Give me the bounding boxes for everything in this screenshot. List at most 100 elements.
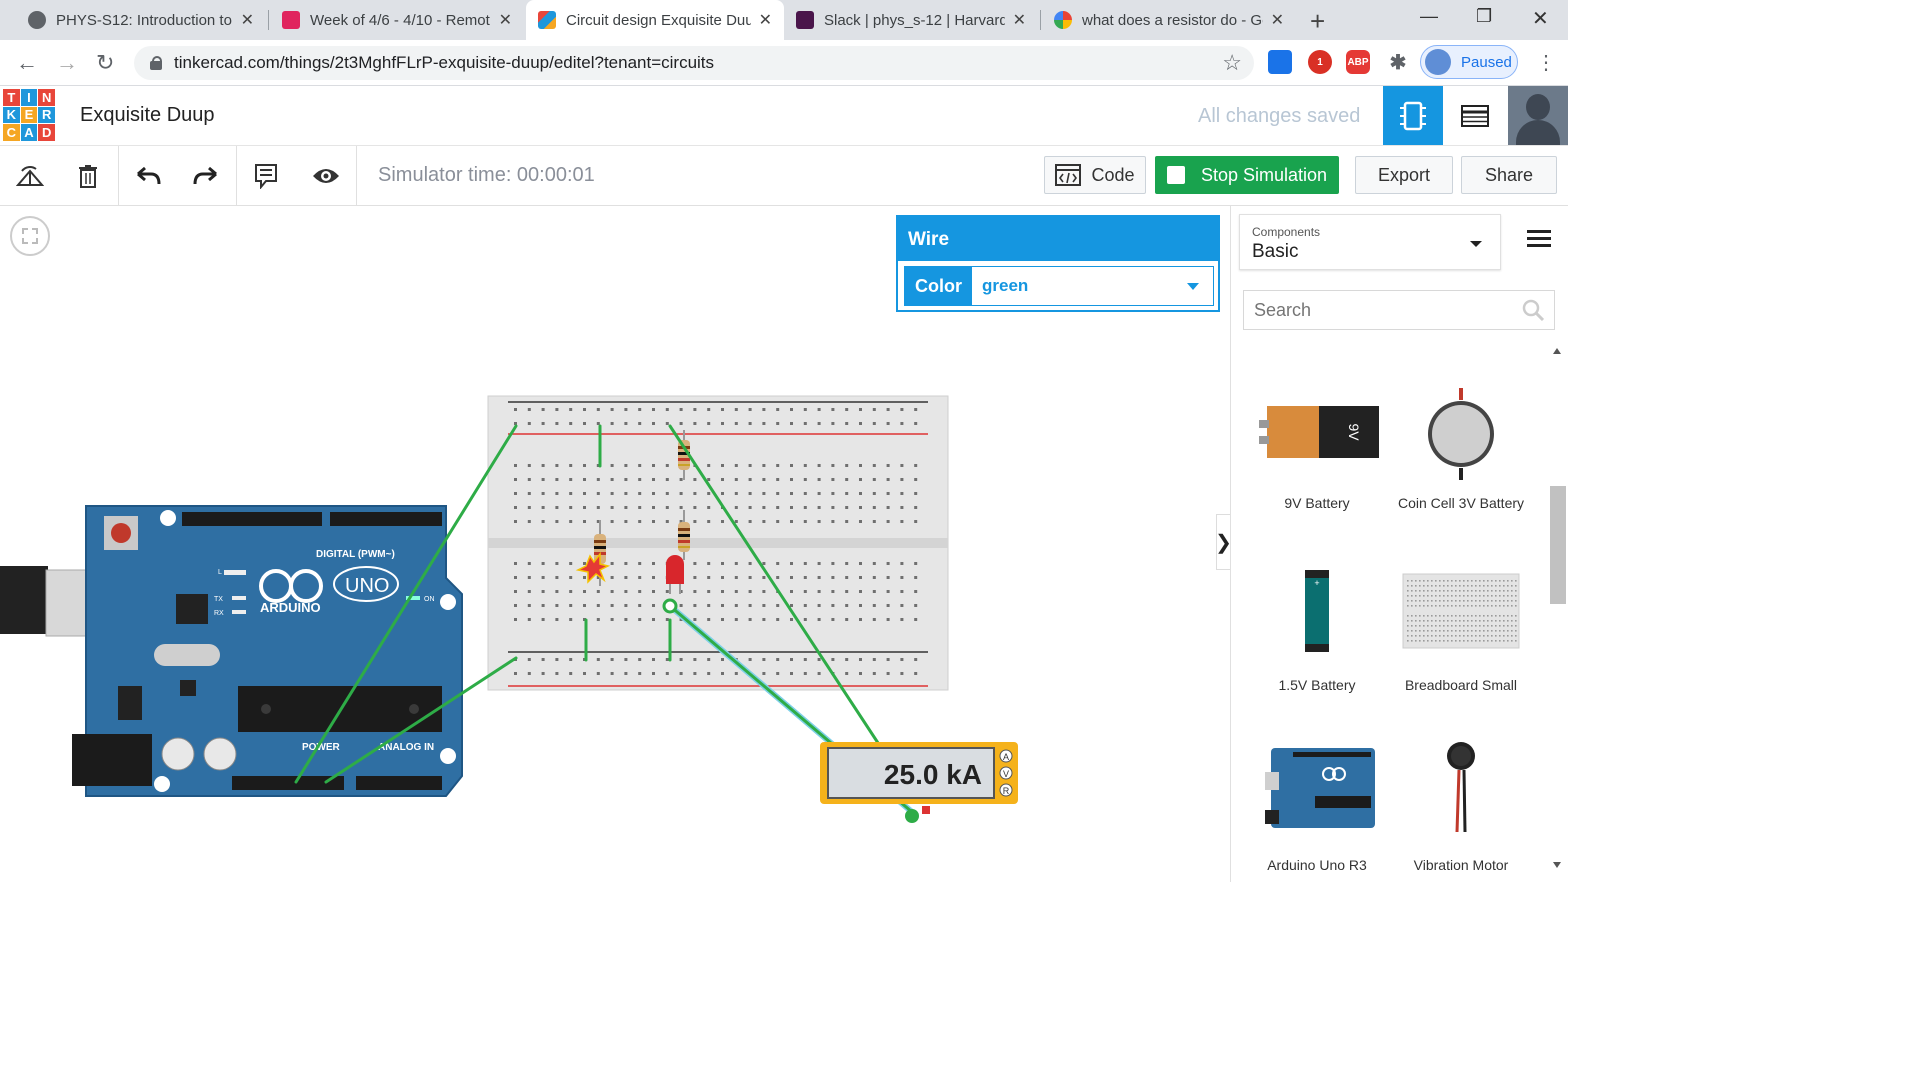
eye-visibility-icon[interactable] [310, 160, 342, 192]
list-view-icon[interactable] [1527, 230, 1551, 248]
arduino-brand-label: ARDUINO [260, 600, 321, 615]
multimeter-mode-ohmmeter[interactable]: R [1003, 786, 1010, 796]
component-9v-battery[interactable]: 9V 9V Battery [1245, 374, 1389, 512]
tab-title: Slack | phys_s-12 | Harvard [824, 11, 1005, 29]
scroll-up-arrow[interactable] [1553, 348, 1561, 354]
aa-battery-icon: + [1245, 556, 1389, 676]
restore-icon[interactable]: ❐ [1476, 6, 1492, 27]
browser-tab[interactable]: PHYS-S12: Introduction to D ✕ [16, 0, 266, 40]
adblock-label: ABP [1347, 56, 1369, 68]
search-field[interactable] [1243, 290, 1555, 330]
logo-letter: T [3, 89, 20, 106]
arduino-digital-label: DIGITAL (PWM~) [316, 549, 395, 560]
project-title[interactable]: Exquisite Duup [80, 104, 215, 127]
kebab-menu-icon[interactable]: ⋮ [1536, 50, 1556, 75]
extension-badge-icon[interactable]: 1 [1308, 50, 1332, 74]
component-arduino-uno-r3[interactable]: Arduino Uno R3 [1245, 736, 1389, 874]
forward-arrow-icon[interactable]: → [56, 50, 78, 76]
component-breadboard-small[interactable]: Breadboard Small [1389, 556, 1533, 694]
slack-icon [796, 11, 814, 29]
wire-inspector: Wire Color green [896, 215, 1220, 312]
trash-icon[interactable] [72, 160, 104, 192]
svg-text:+: + [1314, 578, 1319, 588]
components-panel: Components Basic 9V 9V Battery [1230, 206, 1568, 882]
component-name: Vibration Motor [1413, 857, 1509, 873]
share-button[interactable]: Share [1461, 156, 1557, 194]
wire-endpoint-handle[interactable] [662, 598, 678, 614]
simulator-time: Simulator time: 00:00:01 [378, 164, 595, 186]
toolbar-divider [236, 146, 237, 206]
export-button[interactable]: Export [1355, 156, 1453, 194]
wire-color-dropdown[interactable]: Color green [904, 266, 1214, 306]
puzzle-extensions-icon[interactable]: ✱ [1386, 50, 1410, 74]
toolbar-divider [356, 146, 357, 206]
collapse-panel-chevron-icon[interactable]: ❯ [1215, 514, 1230, 570]
coin-cell-icon [1389, 374, 1533, 494]
multimeter[interactable]: 25.0 kA A V R [820, 742, 1018, 823]
browser-tab[interactable]: what does a resistor do - Go ✕ [1042, 0, 1296, 40]
profile-button[interactable]: Paused [1420, 45, 1518, 79]
logo-letter: I [20, 89, 38, 106]
dropdown-caret-icon [1470, 241, 1482, 247]
new-tab-icon[interactable]: + [1310, 6, 1325, 37]
close-tab-icon[interactable]: ✕ [1271, 10, 1284, 30]
notes-icon[interactable] [250, 160, 282, 192]
close-tab-icon[interactable]: ✕ [1013, 10, 1026, 30]
app-header: TIN KER CAD Exquisite Duup All changes sav… [0, 86, 1568, 146]
tinkercad-logo[interactable]: TIN KER CAD [3, 89, 55, 141]
logo-letter: A [20, 124, 38, 141]
close-tab-icon[interactable]: ✕ [241, 10, 254, 30]
redo-icon[interactable] [190, 160, 222, 192]
tab-title: PHYS-S12: Introduction to D [56, 11, 233, 29]
logo-letter: K [3, 106, 20, 124]
undo-icon[interactable] [132, 160, 164, 192]
extension-icon[interactable] [1268, 50, 1292, 74]
tab-separator [268, 10, 269, 30]
stop-simulation-button[interactable]: Stop Simulation [1155, 156, 1339, 194]
minimize-icon[interactable]: — [1420, 6, 1438, 27]
component-1-5v-battery[interactable]: + 1.5V Battery [1245, 556, 1389, 694]
tab-title: Circuit design Exquisite Duu [566, 11, 751, 29]
url-field[interactable]: tinkercad.com/things/2t3MghfFLrP-exquisi… [134, 46, 1254, 80]
avatar [1425, 49, 1451, 75]
logo-letter: R [38, 106, 55, 124]
code-button[interactable]: Code [1044, 156, 1146, 194]
table-list-icon [1461, 104, 1489, 127]
browser-tab[interactable]: Slack | phys_s-12 | Harvard ✕ [784, 0, 1038, 40]
circuit-view-button[interactable] [1383, 86, 1443, 145]
reload-icon[interactable]: ↻ [96, 50, 114, 76]
adblock-icon[interactable]: ABP [1346, 50, 1370, 74]
logo-letter: E [20, 106, 38, 124]
logo-letter: N [38, 89, 55, 106]
code-label: Code [1091, 164, 1135, 185]
user-avatar[interactable] [1508, 86, 1568, 145]
arduino-model-label: UNO [345, 575, 389, 597]
scrollbar-thumb[interactable] [1550, 486, 1566, 604]
circuit-canvas[interactable]: DIGITAL (PWM~) ARDUINO UNO POWER ANALOG … [0, 206, 1230, 882]
component-coin-cell-battery[interactable]: Coin Cell 3V Battery [1389, 374, 1533, 512]
scroll-down-arrow[interactable] [1553, 862, 1561, 868]
9v-battery-icon: 9V [1245, 374, 1389, 494]
vibration-motor-icon [1389, 736, 1533, 856]
editor-toolbar: Simulator time: 00:00:01 Code Stop Simul… [0, 146, 1568, 206]
back-arrow-icon[interactable]: ← [16, 50, 38, 76]
arduino-on-label: ON [424, 596, 435, 603]
bookmark-star-icon[interactable]: ☆ [1222, 50, 1242, 76]
rotate-icon[interactable] [14, 160, 46, 192]
tinkercad-icon [538, 11, 556, 29]
component-list-view-button[interactable] [1445, 86, 1505, 145]
browser-tab-active[interactable]: Circuit design Exquisite Duu ✕ [526, 0, 784, 40]
component-vibration-motor[interactable]: Vibration Motor [1389, 736, 1533, 874]
close-tab-icon[interactable]: ✕ [759, 10, 772, 30]
close-tab-icon[interactable]: ✕ [499, 10, 512, 30]
components-category-select[interactable]: Components Basic [1239, 214, 1501, 270]
browser-tab[interactable]: Week of 4/6 - 4/10 - Remot ✕ [270, 0, 524, 40]
arduino-uno-board[interactable]: DIGITAL (PWM~) ARDUINO UNO POWER ANALOG … [72, 505, 463, 797]
multimeter-mode-ammeter[interactable]: A [1003, 752, 1009, 762]
logo-letter: D [38, 124, 55, 141]
extension-badge-count: 1 [1317, 56, 1323, 68]
search-input[interactable] [1254, 299, 1514, 321]
lock-icon [150, 56, 162, 70]
close-window-icon[interactable]: ✕ [1532, 6, 1549, 31]
multimeter-mode-voltmeter[interactable]: V [1003, 769, 1009, 779]
